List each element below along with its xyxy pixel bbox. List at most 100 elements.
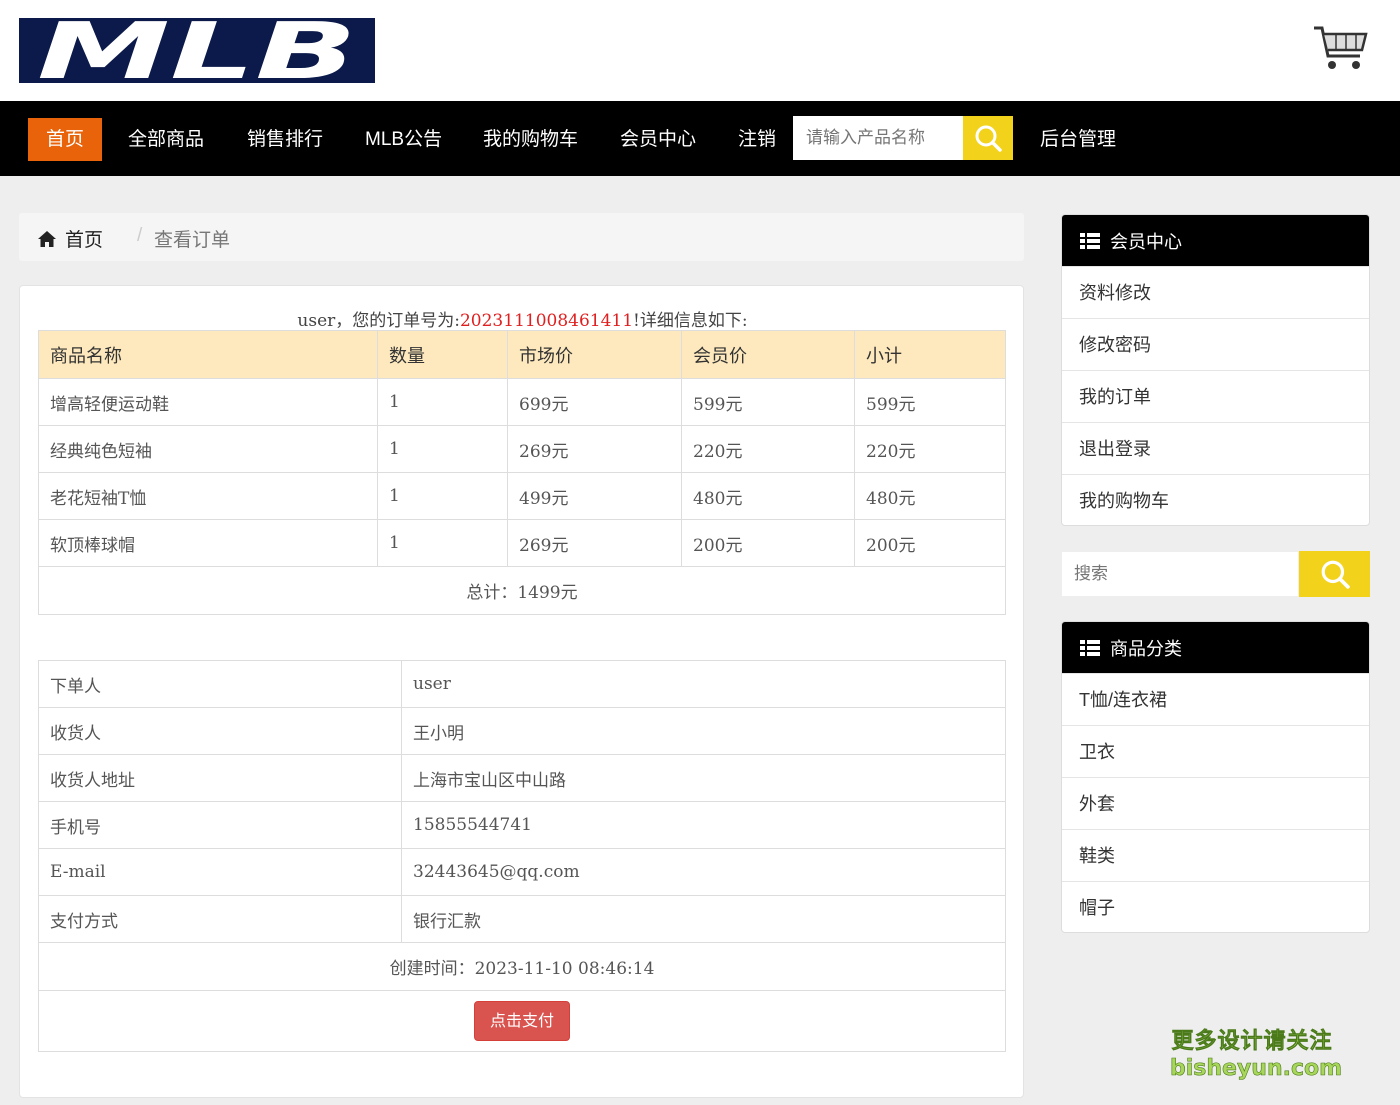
pay-row: 点击支付 [38,990,1006,1052]
nav-sales-ranking[interactable]: 销售排行 [229,118,341,161]
info-label: 手机号 [38,801,402,849]
cell-quantity: 1 [377,519,508,567]
watermark-line1: 更多设计请关注 [1171,1029,1333,1055]
pay-button[interactable]: 点击支付 [473,1001,570,1041]
nav-search [793,116,1013,160]
sidebar-item-hoodies[interactable]: 卫衣 [1062,725,1369,777]
nav-logout[interactable]: 注销 [720,118,794,161]
sidebar-item-my-orders[interactable]: 我的订单 [1062,370,1369,422]
info-value: 王小明 [401,707,1006,755]
column-header: 市场价 [507,330,682,379]
list-icon [1080,232,1100,249]
sidebar-search-button[interactable] [1299,551,1370,597]
cell-product-name: 经典纯色短袖 [38,425,378,473]
category-panel: 商品分类 T恤/连衣裙 卫衣 外套 鞋类 帽子 [1061,621,1370,933]
logo-text: MLB [37,18,357,83]
nav-admin[interactable]: 后台管理 [1022,118,1134,161]
breadcrumb-separator: / [137,225,143,246]
order-title-suffix: !详细信息如下: [633,311,748,331]
nav-announcements[interactable]: MLB公告 [347,118,460,161]
table-row: E-mail 32443645@qq.com [38,848,1006,896]
home-icon [38,230,56,247]
table-row: 支付方式 银行汇款 [38,895,1006,943]
order-panel: user，您的订单号为:2023111008461411!详细信息如下: 商品名… [19,285,1024,1098]
member-center-header: 会员中心 [1062,215,1369,266]
site-header: MLB [0,0,1400,101]
main-nav: 首页 全部商品 销售排行 MLB公告 我的购物车 会员中心 注销 后台管理 [0,101,1400,176]
breadcrumb-home[interactable]: 首页 [37,225,103,252]
sidebar-item-jackets[interactable]: 外套 [1062,777,1369,829]
cell-market-price: 699元 [507,378,682,426]
info-label: 收货人 [38,707,402,755]
column-header: 商品名称 [38,330,378,379]
sidebar-item-change-password[interactable]: 修改密码 [1062,318,1369,370]
order-title-prefix: user，您的订单号为: [297,311,460,331]
sidebar-item-tshirts[interactable]: T恤/连衣裙 [1062,673,1369,725]
cell-market-price: 269元 [507,425,682,473]
order-title: user，您的订单号为:2023111008461411!详细信息如下: [20,306,1025,331]
created-time: 创建时间：2023-11-10 08:46:14 [38,942,1006,991]
order-number: 2023111008461411 [459,311,634,331]
total-row: 总计：1499元 [38,566,1006,615]
nav-member-center[interactable]: 会员中心 [602,118,714,161]
table-row: 软顶棒球帽 1 269元 200元 200元 [38,519,1006,567]
list-icon [1080,639,1100,656]
table-row: 收货人地址 上海市宝山区中山路 [38,754,1006,802]
cell-product-name: 软顶棒球帽 [38,519,378,567]
sidebar-item-hats[interactable]: 帽子 [1062,881,1369,932]
table-row: 收货人 王小明 [38,707,1006,755]
watermark-line2: bisheyun.com [1170,1056,1343,1082]
info-label: 下单人 [38,660,402,708]
watermark: 更多设计请关注 bisheyun.com [1170,1028,1343,1082]
mlb-logo[interactable]: MLB [19,18,375,83]
cell-subtotal: 200元 [854,519,1006,567]
cell-product-name: 老花短袖T恤 [38,472,378,520]
sidebar-item-logout[interactable]: 退出登录 [1062,422,1369,474]
info-value: 银行汇款 [401,895,1006,943]
nav-search-button[interactable] [963,116,1013,160]
cell-quantity: 1 [377,378,508,426]
cell-market-price: 269元 [507,519,682,567]
cell-quantity: 1 [377,425,508,473]
cell-market-price: 499元 [507,472,682,520]
table-row: 下单人 user [38,660,1006,708]
table-row: 增高轻便运动鞋 1 699元 599元 599元 [38,378,1006,426]
pay-cell: 点击支付 [38,990,1006,1052]
table-header-row: 商品名称 数量 市场价 会员价 小计 [38,330,1006,379]
breadcrumb-current: 查看订单 [154,230,231,251]
column-header: 数量 [377,330,508,379]
info-value: 上海市宝山区中山路 [401,754,1006,802]
cell-subtotal: 480元 [854,472,1006,520]
info-label: 收货人地址 [38,754,402,802]
info-label: 支付方式 [38,895,402,943]
nav-home[interactable]: 首页 [28,118,103,161]
sidebar-item-shoes[interactable]: 鞋类 [1062,829,1369,881]
info-value: 15855544741 [401,801,1006,849]
sidebar-item-my-cart[interactable]: 我的购物车 [1062,474,1369,525]
sidebar-search-input[interactable] [1061,551,1299,597]
cell-member-price: 599元 [681,378,855,426]
category-title: 商品分类 [1110,638,1182,659]
cell-member-price: 220元 [681,425,855,473]
sidebar-item-edit-profile[interactable]: 资料修改 [1062,266,1369,318]
column-header: 小计 [854,330,1006,379]
nav-my-cart[interactable]: 我的购物车 [465,118,596,161]
cell-quantity: 1 [377,472,508,520]
order-total: 总计：1499元 [38,566,1006,615]
created-row: 创建时间：2023-11-10 08:46:14 [38,942,1006,991]
cart-icon[interactable] [1312,22,1370,74]
info-label: E-mail [38,848,402,896]
nav-search-input[interactable] [793,116,963,160]
nav-all-products[interactable]: 全部商品 [110,118,222,161]
info-value: 32443645@qq.com [401,848,1006,896]
search-icon [975,125,1002,152]
cell-subtotal: 599元 [854,378,1006,426]
category-header: 商品分类 [1062,622,1369,673]
sidebar-search [1061,551,1370,597]
member-center-title: 会员中心 [1110,231,1182,252]
table-row: 经典纯色短袖 1 269元 220元 220元 [38,425,1006,473]
column-header: 会员价 [681,330,855,379]
breadcrumb: 首页 / 查看订单 [19,213,1024,261]
table-row: 老花短袖T恤 1 499元 480元 480元 [38,472,1006,520]
member-center-panel: 会员中心 资料修改 修改密码 我的订单 退出登录 我的购物车 [1061,214,1370,526]
